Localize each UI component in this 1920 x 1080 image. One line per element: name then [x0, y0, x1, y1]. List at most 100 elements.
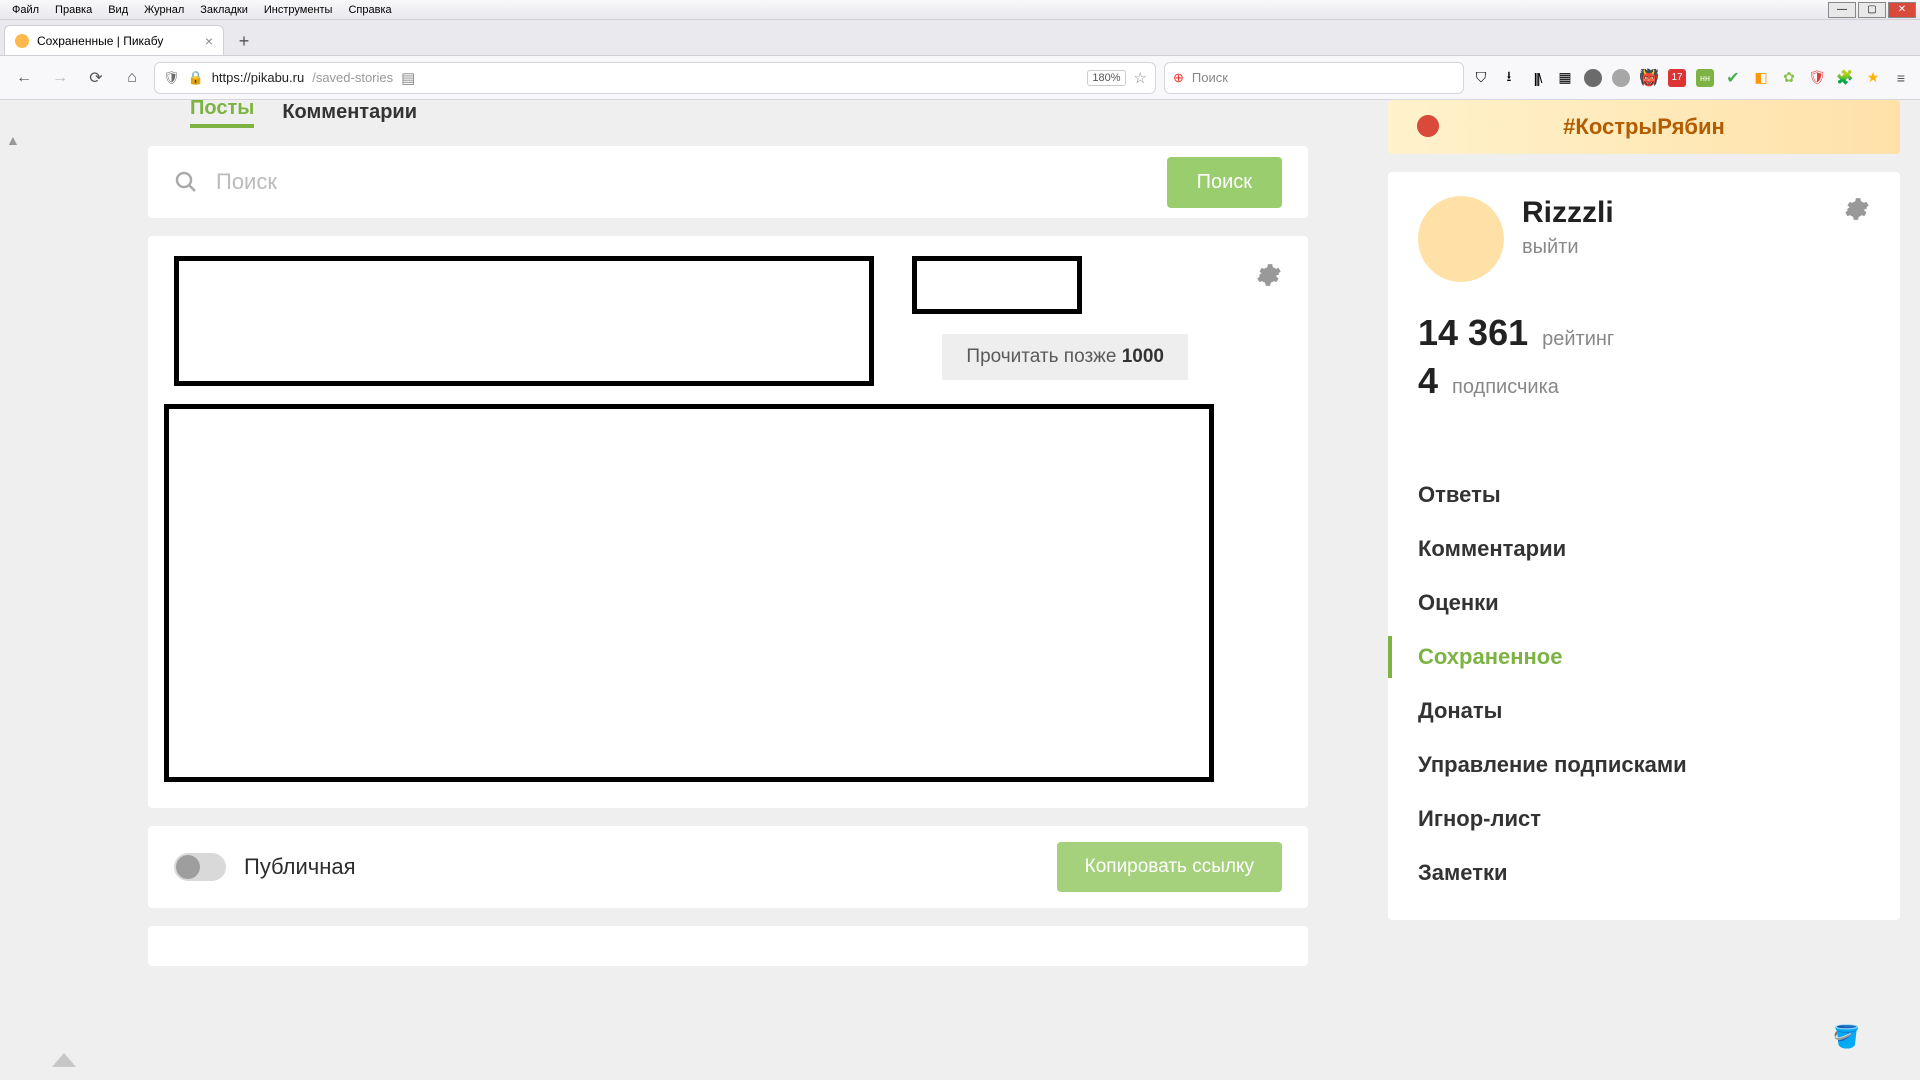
public-card: Публичная Копировать ссылку: [148, 826, 1308, 908]
menu-ratings[interactable]: Оценки: [1418, 576, 1870, 630]
redacted-block: [174, 256, 874, 386]
url-host: https://pikabu.ru: [212, 70, 305, 85]
ext-icon[interactable]: ▦: [1556, 69, 1574, 87]
card-settings-button[interactable]: [1256, 262, 1282, 293]
ext-icon[interactable]: ✔: [1724, 69, 1742, 87]
public-toggle[interactable]: [174, 853, 226, 881]
bookmark-star-icon[interactable]: ☆: [1134, 69, 1147, 87]
favicon-icon: [15, 34, 29, 48]
banner-text: #КострыРябин: [1563, 114, 1725, 140]
profile-stats: 14 361 рейтинг 4 подписчика: [1418, 312, 1870, 402]
search-card: Поиск: [148, 146, 1308, 218]
read-later-pill[interactable]: Прочитать позже 1000: [942, 334, 1188, 380]
side-menu: Ответы Комментарии Оценки Сохраненное До…: [1418, 438, 1870, 900]
browser-tabstrip: Сохраненные | Пикабу × +: [0, 20, 1920, 56]
next-card: [148, 926, 1308, 966]
url-bar[interactable]: 🛡 🔒 https://pikabu.ru/saved-stories ▤ 18…: [154, 62, 1156, 94]
menu-edit[interactable]: Правка: [47, 2, 100, 18]
back-button[interactable]: ←: [10, 64, 38, 92]
close-button[interactable]: ✕: [1888, 2, 1916, 18]
scroll-up-button[interactable]: [50, 1051, 78, 1074]
url-path: /saved-stories: [312, 70, 393, 85]
content-tabs: Посты Комментарии: [148, 100, 1308, 128]
ext-icon[interactable]: 👹: [1640, 69, 1658, 87]
ext-icon[interactable]: ✿: [1780, 69, 1798, 87]
forward-button[interactable]: →: [46, 64, 74, 92]
page-content: ▲ Посты Комментарии Поиск Прочитать позж…: [0, 100, 1920, 1080]
search-icon: [174, 170, 198, 194]
reload-button[interactable]: ⟳: [82, 64, 110, 92]
redacted-block: [164, 404, 1214, 782]
menu-help[interactable]: Справка: [340, 2, 399, 18]
zoom-level[interactable]: 180%: [1087, 70, 1125, 86]
read-later-label: Прочитать позже: [966, 346, 1121, 367]
search-engine-icon: ⊕: [1173, 70, 1184, 86]
menu-view[interactable]: Вид: [100, 2, 136, 18]
read-later-count: 1000: [1122, 346, 1164, 367]
menu-file[interactable]: Файл: [4, 2, 47, 18]
tab-comments[interactable]: Комментарии: [282, 101, 417, 128]
lock-icon[interactable]: 🔒: [188, 70, 204, 86]
browser-search-bar[interactable]: ⊕ Поиск: [1164, 62, 1464, 94]
browser-toolbar: ← → ⟳ ⌂ 🛡 🔒 https://pikabu.ru/saved-stor…: [0, 56, 1920, 100]
shield-icon[interactable]: 🛡: [163, 70, 180, 86]
extension-icons: ⛉ ⭳ |||\ ▦ 👹 17 нн ✔ ◧ ✿ 🛡 🧩 ★ ≡: [1472, 69, 1910, 87]
ext-icon[interactable]: 17: [1668, 69, 1686, 87]
tab-title: Сохраненные | Пикабу: [37, 34, 163, 48]
search-input[interactable]: [216, 169, 1149, 195]
menu-tools[interactable]: Инструменты: [256, 2, 341, 18]
gear-icon: [1844, 196, 1870, 222]
menu-bookmarks[interactable]: Закладки: [192, 2, 256, 18]
pocket-icon[interactable]: ⛉: [1472, 69, 1490, 87]
copy-link-button[interactable]: Копировать ссылку: [1057, 842, 1282, 892]
os-menubar: Файл Правка Вид Журнал Закладки Инструме…: [0, 0, 1920, 20]
scroll-top-arrow-icon[interactable]: ▲: [6, 132, 20, 148]
search-button[interactable]: Поиск: [1167, 157, 1282, 208]
public-label: Публичная: [244, 854, 356, 880]
promo-banner[interactable]: #КострыРябин: [1388, 100, 1900, 154]
tab-posts[interactable]: Посты: [190, 100, 254, 128]
menu-answers[interactable]: Ответы: [1418, 468, 1870, 522]
downloads-icon[interactable]: ⭳: [1500, 69, 1518, 87]
toggle-knob: [176, 855, 200, 879]
ext-icon[interactable]: [1612, 69, 1630, 87]
rating-value: 14 361: [1418, 312, 1528, 354]
profile-card: Rizzzli выйти 14 361 рейтинг 4 подписчик…: [1388, 172, 1900, 920]
ext-icon[interactable]: 🧩: [1836, 69, 1854, 87]
menu-saved[interactable]: Сохраненное: [1418, 630, 1870, 684]
tab-close-icon[interactable]: ×: [205, 33, 213, 49]
window-controls: — ▢ ✕: [1826, 2, 1916, 18]
logout-link[interactable]: выйти: [1522, 236, 1614, 259]
main-column: Посты Комментарии Поиск Прочитать позже …: [148, 100, 1308, 966]
avatar[interactable]: [1418, 196, 1504, 282]
saved-content-card: Прочитать позже 1000: [148, 236, 1308, 808]
theme-paint-icon[interactable]: 🪣: [1833, 1024, 1860, 1050]
ext-icon[interactable]: 🛡: [1808, 69, 1826, 87]
sidebar: #КострыРябин Rizzzli выйти 14 361 рейтин…: [1388, 100, 1900, 920]
menu-subscriptions[interactable]: Управление подписками: [1418, 738, 1870, 792]
browser-tab[interactable]: Сохраненные | Пикабу ×: [4, 25, 224, 55]
profile-settings-button[interactable]: [1844, 196, 1870, 227]
new-tab-button[interactable]: +: [230, 27, 258, 55]
library-icon[interactable]: |||\: [1528, 69, 1546, 87]
menu-comments[interactable]: Комментарии: [1418, 522, 1870, 576]
reader-mode-icon[interactable]: ▤: [401, 69, 415, 87]
ext-icon[interactable]: нн: [1696, 69, 1714, 87]
app-menu-button[interactable]: ≡: [1892, 69, 1910, 87]
menu-ignore[interactable]: Игнор-лист: [1418, 792, 1870, 846]
home-button[interactable]: ⌂: [118, 64, 146, 92]
ext-icon[interactable]: [1584, 69, 1602, 87]
username[interactable]: Rizzzli: [1522, 196, 1614, 230]
menu-notes[interactable]: Заметки: [1418, 846, 1870, 900]
minimize-button[interactable]: —: [1828, 2, 1856, 18]
menu-donations[interactable]: Донаты: [1418, 684, 1870, 738]
subscribers-label: подписчика: [1452, 376, 1559, 399]
rating-label: рейтинг: [1542, 328, 1614, 351]
menu-history[interactable]: Журнал: [136, 2, 192, 18]
ext-icon[interactable]: ◧: [1752, 69, 1770, 87]
ext-icon[interactable]: ★: [1864, 69, 1882, 87]
subscribers-value: 4: [1418, 360, 1438, 402]
maximize-button[interactable]: ▢: [1858, 2, 1886, 18]
gear-icon: [1256, 262, 1282, 288]
search-placeholder: Поиск: [1192, 70, 1228, 85]
